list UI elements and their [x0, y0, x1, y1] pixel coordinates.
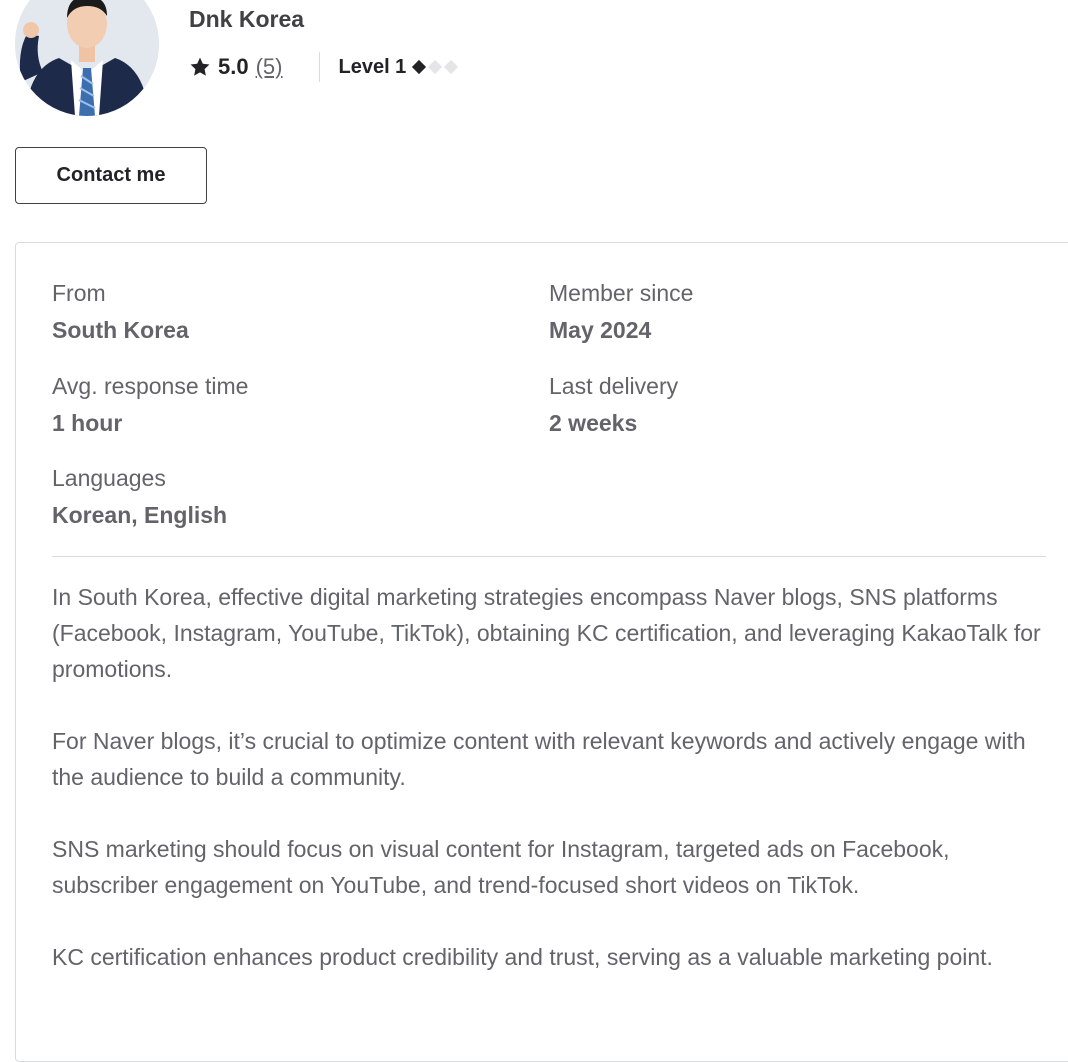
languages-label: Languages [52, 465, 166, 491]
languages-value: Korean, English [52, 502, 228, 528]
info-from: From South Korea [52, 278, 189, 345]
member-since-value: May 2024 [549, 317, 652, 343]
response-time-value: 1 hour [52, 410, 123, 436]
info-member-since: Member since May 2024 [549, 278, 693, 345]
last-delivery-label: Last delivery [549, 373, 679, 399]
diamond-icon [412, 59, 427, 75]
level-indicator [412, 59, 459, 75]
description-paragraph: SNS marketing should focus on visual con… [52, 836, 950, 898]
response-time-label: Avg. response time [52, 373, 249, 399]
member-since-label: Member since [549, 280, 694, 306]
avatar[interactable] [15, 0, 159, 116]
description-paragraph: For Naver blogs, it’s crucial to optimiz… [52, 728, 1026, 790]
rating-row: 5.0 (5) Level 1 [189, 52, 459, 82]
diamond-icon [428, 59, 443, 75]
info-languages: Languages Korean, English [52, 463, 227, 530]
seller-level: Level 1 [338, 55, 407, 78]
divider [319, 52, 321, 82]
seller-name[interactable]: Dnk Korea [189, 6, 304, 33]
contact-me-button[interactable]: Contact me [15, 147, 207, 204]
info-response-time: Avg. response time 1 hour [52, 371, 248, 438]
diamond-icon [444, 59, 459, 75]
divider [52, 556, 1046, 557]
seller-info-card: From South Korea Member since May 2024 A… [15, 242, 1068, 1062]
from-value: South Korea [52, 317, 189, 343]
star-icon [190, 57, 210, 76]
info-last-delivery: Last delivery 2 weeks [549, 371, 678, 438]
rating-score: 5.0 [218, 54, 249, 79]
last-delivery-value: 2 weeks [549, 410, 638, 436]
seller-description: In South Korea, effective digital market… [52, 579, 1042, 1011]
description-paragraph: KC certification enhances product credib… [52, 944, 993, 970]
from-label: From [52, 280, 106, 306]
seller-photo [15, 0, 159, 116]
description-paragraph: In South Korea, effective digital market… [52, 584, 1041, 682]
review-count-link[interactable]: (5) [256, 54, 283, 80]
